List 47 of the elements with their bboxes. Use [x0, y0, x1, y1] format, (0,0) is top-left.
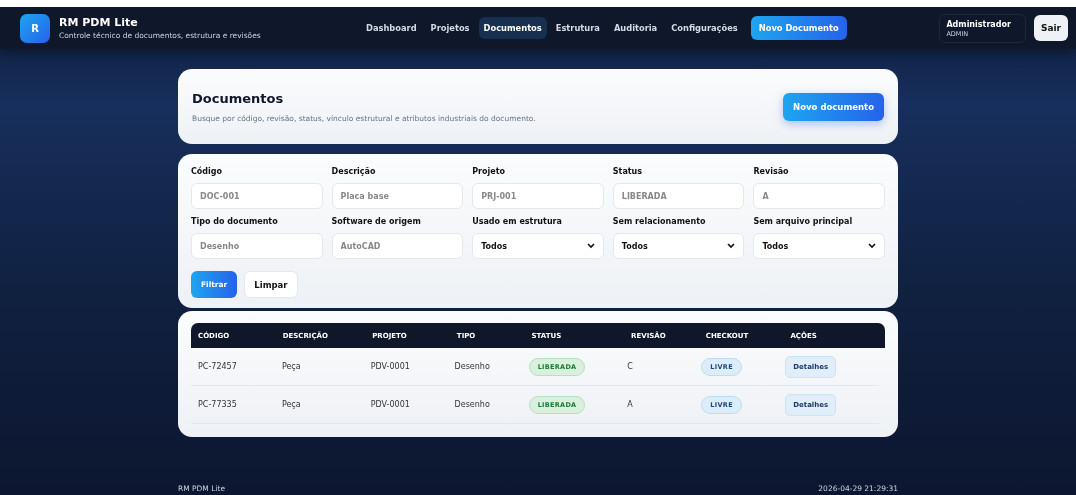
nav-tab[interactable]: Dashboard [361, 17, 422, 39]
nav-tab[interactable]: Documentos [478, 17, 547, 39]
app-title: RM PDM Lite [59, 16, 139, 29]
input-field[interactable]: LIBERADA [612, 183, 745, 209]
dropdown[interactable]: Todos [612, 233, 745, 259]
input-field[interactable]: DOC-001 [191, 183, 323, 209]
table-cell: Peça [281, 400, 301, 409]
field-label: Sem relacionamento [612, 217, 707, 226]
table-cell: Peça [281, 362, 301, 371]
chevron-down-icon [727, 243, 736, 249]
table-cell: A [627, 400, 633, 409]
input-field[interactable]: A [753, 183, 885, 209]
field-label: Revisão [753, 167, 790, 176]
table-cell: Desenho [454, 362, 490, 371]
logout-button[interactable]: Sair [1033, 15, 1068, 41]
nav-tab[interactable]: Auditoria [608, 17, 663, 39]
new-document-button[interactable]: Novo documento [783, 92, 884, 121]
table-cell: PC-72457 [198, 362, 237, 371]
field-label: Projeto [472, 167, 506, 176]
field-label: Sem arquivo principal [753, 217, 854, 226]
table-cell: C [627, 362, 633, 371]
input-field[interactable]: Desenho [191, 233, 323, 259]
app-logo: R [20, 13, 50, 43]
field-label: Status [612, 167, 644, 176]
dropdown[interactable]: Todos [753, 233, 885, 259]
input-field[interactable]: PRJ-001 [472, 183, 604, 209]
table-cell: PC-77335 [198, 400, 237, 409]
nav-tab[interactable]: Projetos [425, 17, 475, 39]
field-label: Tipo do documento [191, 217, 279, 226]
page-title: Documentos [192, 90, 285, 106]
table-cell: PDV-0001 [370, 400, 410, 409]
chevron-down-icon [868, 243, 876, 249]
input-field[interactable]: AutoCAD [331, 233, 464, 259]
nav-tab[interactable]: Estrutura [550, 17, 605, 39]
field-label: Código [191, 167, 224, 176]
clear-button[interactable]: Limpar [244, 271, 298, 298]
field-label: Usado em estrutura [472, 217, 563, 226]
nav-tab[interactable]: Configurações [666, 17, 743, 39]
new-document-button[interactable]: Novo Documento [750, 16, 847, 40]
field-label: Descrição [331, 167, 377, 176]
dropdown[interactable]: Todos [472, 233, 604, 259]
chevron-down-icon [586, 243, 595, 249]
user-name: Administrador [946, 18, 1011, 30]
table-cell: Desenho [454, 400, 490, 409]
table-cell: PDV-0001 [370, 362, 410, 371]
field-label: Software de origem [331, 217, 422, 226]
input-field[interactable]: Placa base [331, 183, 464, 209]
